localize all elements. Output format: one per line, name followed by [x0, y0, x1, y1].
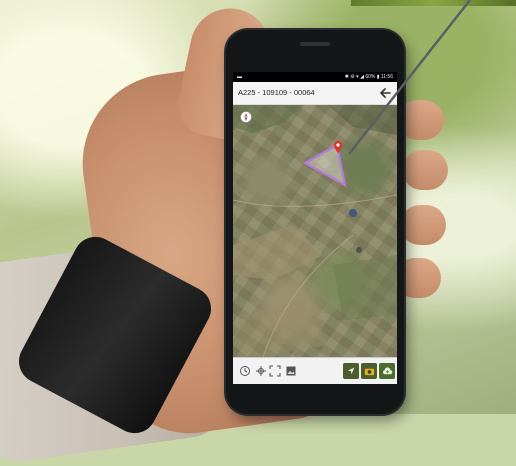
navigate-button[interactable]	[343, 363, 359, 379]
page-title: A225 - 109109 - 00064	[238, 88, 315, 97]
cloud-upload-icon	[382, 366, 392, 374]
satellite-map[interactable]	[233, 105, 397, 357]
smartphone: ▬ ✱ ⚙ ▾ ◢ 60% ▮ 11:56 A225 - 109109 - 00…	[226, 30, 404, 414]
status-bar: ▬ ✱ ⚙ ▾ ◢ 60% ▮ 11:56	[233, 72, 397, 82]
arrow-left-icon[interactable]	[377, 85, 393, 101]
finger	[398, 100, 444, 140]
move-icon[interactable]	[255, 365, 267, 377]
finger	[402, 150, 448, 190]
camera-button[interactable]	[361, 363, 377, 379]
measure-icon[interactable]	[239, 365, 251, 377]
map-toolbar	[233, 357, 397, 384]
inset-photo	[351, 0, 516, 6]
navigation-arrow-icon	[347, 367, 355, 375]
phone-screen: ▬ ✱ ⚙ ▾ ◢ 60% ▮ 11:56 A225 - 109109 - 00…	[233, 72, 397, 384]
status-indicators: ✱ ⚙ ▾ ◢ 60% ▮ 11:56	[344, 74, 393, 80]
layers-icon[interactable]	[285, 365, 297, 377]
fullscreen-icon[interactable]	[269, 365, 281, 377]
app-header: A225 - 109109 - 00064	[233, 82, 397, 105]
map-overlay	[233, 105, 397, 357]
location-pin-icon[interactable]	[333, 140, 343, 154]
camera-icon	[364, 368, 374, 375]
compass-icon[interactable]	[240, 111, 252, 123]
finger	[400, 205, 446, 245]
upload-button[interactable]	[379, 363, 395, 379]
notification-icon: ▬	[237, 74, 242, 80]
speaker	[300, 42, 330, 46]
